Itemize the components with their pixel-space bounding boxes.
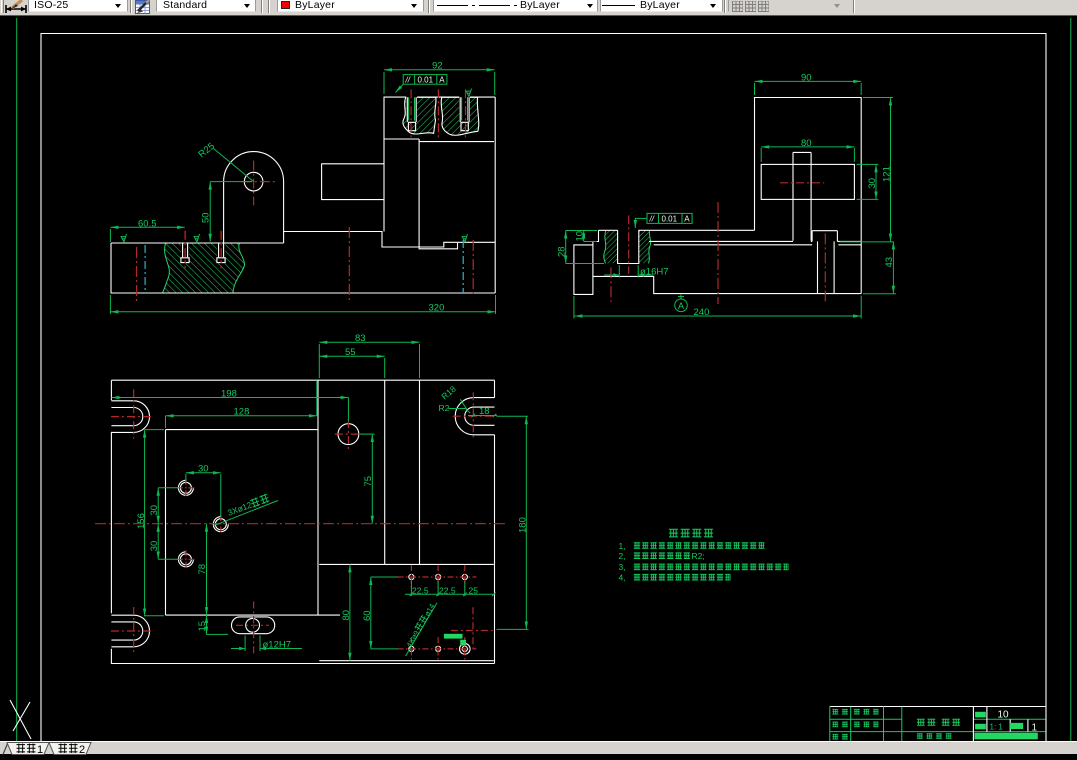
svg-text:2,: 2,: [619, 551, 626, 561]
svg-text:83: 83: [355, 333, 366, 344]
svg-text:28: 28: [557, 246, 568, 257]
svg-text:10: 10: [998, 709, 1010, 720]
svg-text:156: 156: [136, 513, 147, 529]
svg-text:ø14: ø14: [422, 602, 436, 618]
svg-text:60.5: 60.5: [138, 219, 157, 230]
svg-text:4Xø9: 4Xø9: [404, 629, 421, 649]
svg-text:R18: R18: [439, 384, 458, 402]
svg-text:4,: 4,: [619, 573, 626, 583]
svg-text:121: 121: [881, 166, 892, 182]
svg-text:320: 320: [429, 303, 445, 314]
svg-text:92: 92: [432, 61, 443, 72]
svg-text:15: 15: [197, 621, 208, 632]
svg-text:30: 30: [149, 541, 160, 552]
svg-text:1: 1: 1: 1: [990, 722, 1004, 731]
svg-text:180: 180: [517, 517, 528, 533]
svg-text:10: 10: [574, 231, 585, 242]
svg-text:0.01: 0.01: [662, 215, 678, 224]
svg-text:50: 50: [201, 212, 212, 223]
svg-text:R25: R25: [196, 141, 216, 161]
svg-text:A: A: [678, 301, 684, 311]
svg-text:ø12H7: ø12H7: [263, 639, 292, 650]
svg-text:22.5: 22.5: [439, 585, 456, 595]
svg-text:2: 2: [79, 744, 85, 755]
svg-text:25: 25: [469, 585, 479, 595]
svg-text:30: 30: [867, 178, 878, 189]
svg-text:75: 75: [363, 476, 374, 487]
svg-text:3,: 3,: [619, 562, 626, 572]
svg-text:1: 1: [37, 744, 43, 755]
svg-text:55: 55: [345, 347, 356, 358]
svg-text:1: 1: [1032, 722, 1038, 733]
svg-text:A: A: [684, 215, 690, 224]
svg-text:ø16H7: ø16H7: [640, 266, 669, 277]
svg-text:R2: R2: [439, 403, 450, 413]
svg-text://: //: [405, 76, 411, 85]
svg-text:R2;: R2;: [692, 551, 705, 561]
svg-text:30: 30: [198, 464, 209, 475]
svg-text:60: 60: [362, 610, 373, 621]
svg-text:198: 198: [221, 388, 237, 399]
svg-text:22.5: 22.5: [412, 585, 429, 595]
svg-text:43: 43: [884, 257, 895, 268]
svg-text:18: 18: [479, 406, 490, 417]
svg-text:0.01: 0.01: [418, 76, 434, 85]
svg-text:80: 80: [341, 610, 352, 621]
svg-text:128: 128: [234, 407, 250, 418]
svg-text:30: 30: [149, 505, 160, 516]
svg-text:240: 240: [694, 307, 710, 318]
svg-text:78: 78: [197, 564, 208, 575]
svg-text://: //: [649, 215, 655, 224]
svg-text:A: A: [439, 76, 445, 85]
svg-text:90: 90: [801, 72, 812, 83]
svg-text:1,: 1,: [619, 541, 626, 551]
svg-text:80: 80: [801, 138, 812, 149]
